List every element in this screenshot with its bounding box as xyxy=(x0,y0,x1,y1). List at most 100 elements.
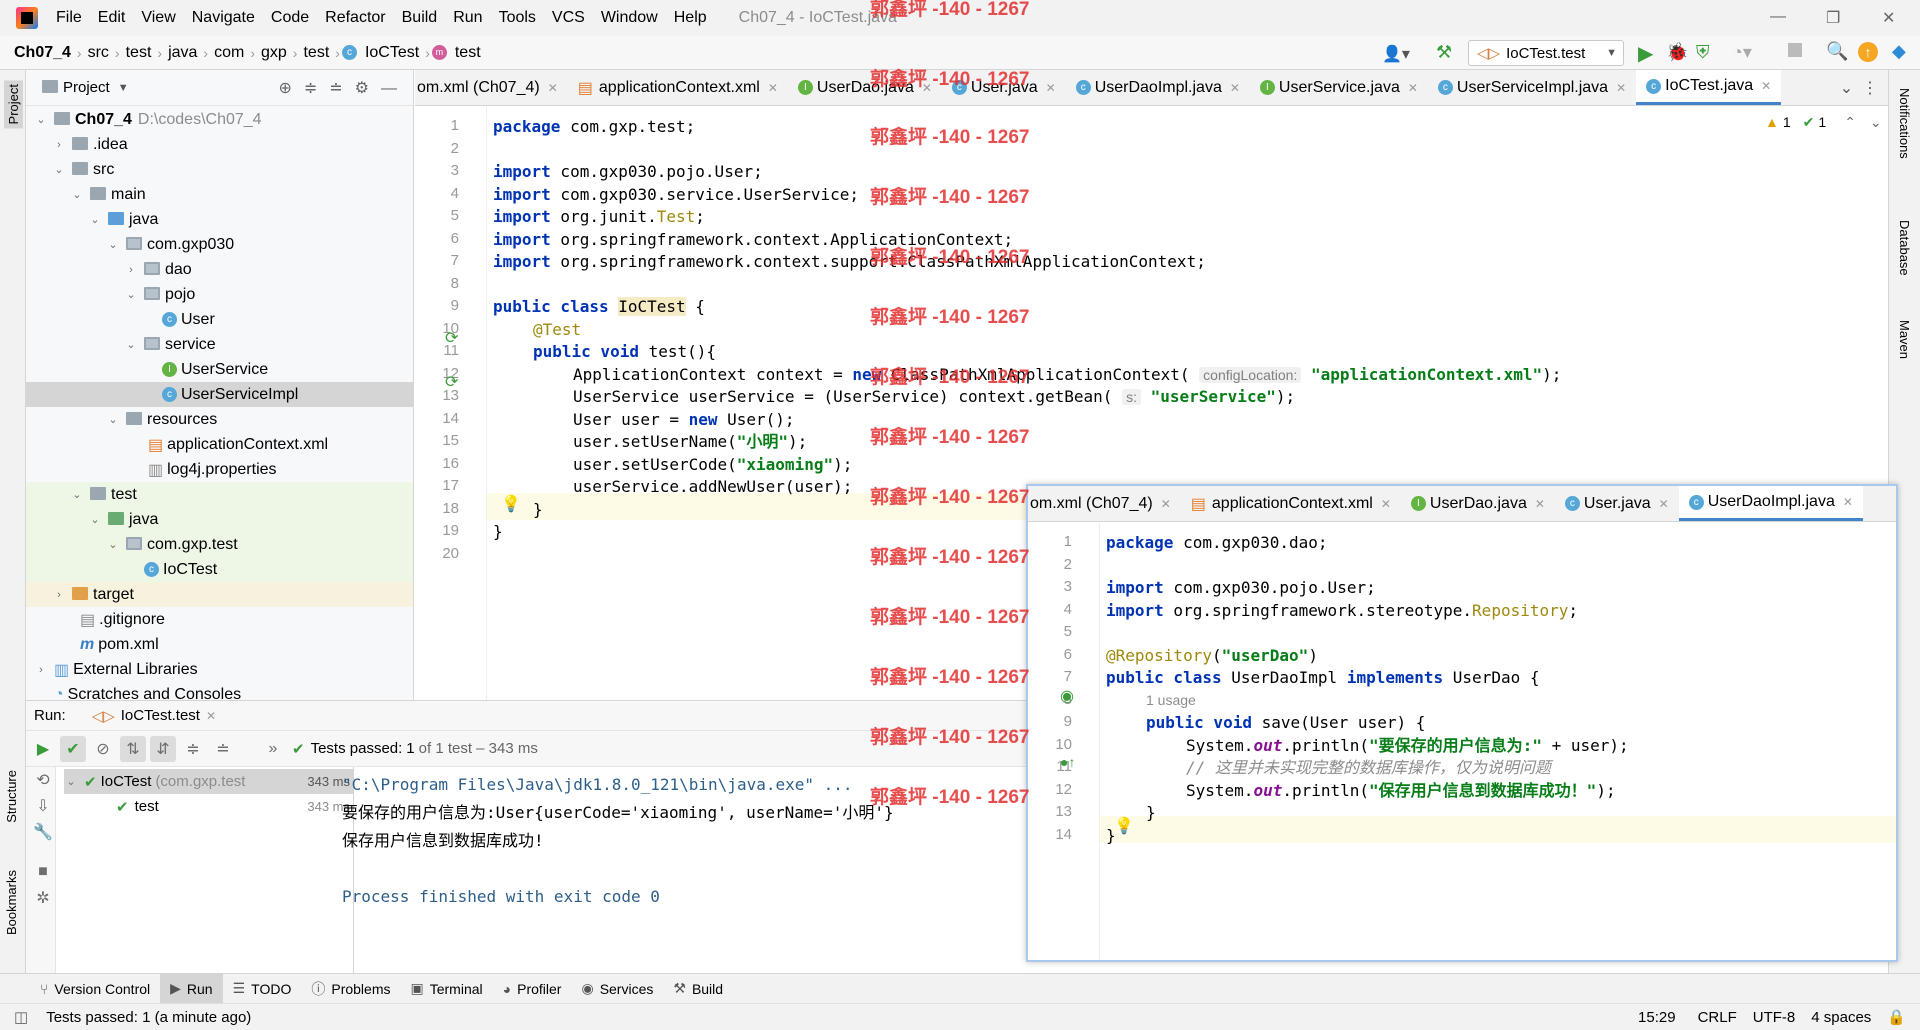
tabs-more-icon[interactable]: ⌄ ⋮ xyxy=(1830,70,1888,105)
close-icon[interactable]: ✕ xyxy=(206,709,216,723)
tree-node-pom[interactable]: m pom.xml xyxy=(26,632,413,657)
close-icon[interactable]: ✕ xyxy=(768,81,778,95)
close-icon[interactable]: ✕ xyxy=(1616,81,1626,95)
menu-navigate[interactable]: Navigate xyxy=(184,9,263,27)
test-tree-root[interactable]: ⌄ ✔ IoCTest (com.gxp.test 343 ms xyxy=(64,769,354,794)
settings-icon[interactable]: 🔧 xyxy=(30,819,56,845)
close-icon[interactable]: ✕ xyxy=(1408,81,1418,95)
stop-icon[interactable]: ■ xyxy=(30,859,56,885)
sort-duration-icon[interactable]: ⇵ xyxy=(150,735,176,762)
tree-node-ioctest[interactable]: c IoCTest xyxy=(26,557,413,582)
build-hammer-icon[interactable]: ⚒ xyxy=(1436,42,1452,63)
tab-userserviceimpl[interactable]: c UserServiceImpl.java ✕ xyxy=(1428,70,1636,105)
project-tool-button[interactable]: Project xyxy=(4,80,23,129)
show-ignored-icon[interactable]: ⊘ xyxy=(90,736,116,762)
show-passed-icon[interactable]: ✔ xyxy=(60,735,86,762)
tree-node-main-java[interactable]: ⌄ java xyxy=(26,207,413,232)
tree-node-com-gxp-test[interactable]: ⌄ com.gxp.test xyxy=(26,532,413,557)
problems-tab[interactable]: ⓘ Problems xyxy=(301,974,400,1004)
tab-application-context[interactable]: ▤ applicationContext.xml ✕ xyxy=(1181,486,1401,521)
close-icon[interactable]: ✕ xyxy=(1046,81,1056,95)
menu-code[interactable]: Code xyxy=(263,9,317,27)
caret-position[interactable]: 15:29 xyxy=(1638,1009,1676,1026)
menu-build[interactable]: Build xyxy=(394,9,446,27)
build-tab[interactable]: ⚒ Build xyxy=(663,974,733,1004)
tab-pom-xml[interactable]: om.xml (Ch07_4) ✕ xyxy=(415,70,568,105)
menu-file[interactable]: File xyxy=(48,9,90,27)
tree-node-com-gxp030[interactable]: ⌄ com.gxp030 xyxy=(26,232,413,257)
breadcrumb-test-pkg[interactable]: test xyxy=(299,44,333,62)
tree-node-external-libraries[interactable]: › ▥ External Libraries xyxy=(26,657,413,682)
tree-node-gitignore[interactable]: ▤ .gitignore xyxy=(26,607,413,632)
menu-refactor[interactable]: Refactor xyxy=(317,9,393,27)
run-icon[interactable]: ▶ xyxy=(1638,41,1653,66)
tree-node-resources[interactable]: ⌄ resources xyxy=(26,407,413,432)
close-icon[interactable]: ✕ xyxy=(1761,79,1771,93)
run-tab[interactable]: IoCTest.test xyxy=(121,707,200,724)
indent-setting[interactable]: 4 spaces xyxy=(1811,1009,1871,1026)
expand-all-icon[interactable]: ≑ xyxy=(180,736,206,762)
breadcrumb-com[interactable]: com xyxy=(210,44,248,62)
run-gutter-icon[interactable]: ⟳ xyxy=(445,328,458,348)
menu-window[interactable]: Window xyxy=(593,9,666,27)
stop-icon[interactable] xyxy=(1788,43,1802,57)
tree-node-test-java[interactable]: ⌄ java xyxy=(26,507,413,532)
tree-node-service[interactable]: ⌄ service xyxy=(26,332,413,357)
services-tab[interactable]: ◉ Services xyxy=(571,974,663,1004)
coverage-icon[interactable]: ⛨ xyxy=(1696,42,1710,63)
close-icon[interactable]: ✕ xyxy=(1161,497,1171,511)
tab-application-context[interactable]: ▤ applicationContext.xml ✕ xyxy=(568,70,788,105)
tab-userservice[interactable]: I UserService.java ✕ xyxy=(1250,70,1428,105)
debug-icon[interactable]: 🐞 xyxy=(1666,42,1688,63)
database-tool-button[interactable]: Database xyxy=(1897,220,1912,276)
tree-node-scratches[interactable]: ◔ Scratches and Consoles xyxy=(26,682,413,701)
close-icon[interactable]: ✕ xyxy=(1659,497,1669,511)
line-separator[interactable]: CRLF xyxy=(1698,1009,1737,1026)
tab-userdaoimpl[interactable]: c UserDaoImpl.java ✕ xyxy=(1066,70,1250,105)
breadcrumb-test[interactable]: test xyxy=(122,44,156,62)
import-icon[interactable]: ⇩ xyxy=(30,793,56,819)
tab-pom-xml[interactable]: om.xml (Ch07_4) ✕ xyxy=(1028,486,1181,521)
profiler-tab[interactable]: ◕ Profiler xyxy=(493,974,572,1004)
tree-node-root[interactable]: ⌄ Ch07_4 D:\codes\Ch07_4 xyxy=(26,107,413,132)
chevron-up-icon[interactable]: ⌃ xyxy=(1844,114,1856,131)
tree-node-userserviceimpl[interactable]: c UserServiceImpl xyxy=(26,382,413,407)
breadcrumb-src[interactable]: src xyxy=(84,44,113,62)
jetbrains-icon[interactable]: ◆ xyxy=(1892,41,1906,62)
terminal-tab[interactable]: ▣ Terminal xyxy=(401,974,493,1004)
todo-tab[interactable]: ☰ TODO xyxy=(223,974,302,1004)
menu-edit[interactable]: Edit xyxy=(90,9,134,27)
menu-view[interactable]: View xyxy=(133,9,183,27)
rerun-icon[interactable]: ▶ xyxy=(30,736,56,762)
lock-icon[interactable]: 🔒 xyxy=(1887,1008,1906,1026)
tree-node-test[interactable]: ⌄ test xyxy=(26,482,413,507)
breadcrumb-class[interactable]: IoCTest xyxy=(361,44,423,62)
close-icon[interactable]: ✕ xyxy=(1230,81,1240,95)
more-icon[interactable]: » xyxy=(260,736,286,762)
tree-node-userservice[interactable]: I UserService xyxy=(26,357,413,382)
tab-userdaoimpl[interactable]: c UserDaoImpl.java ✕ xyxy=(1678,486,1863,521)
version-control-tab[interactable]: ⑂ Version Control xyxy=(30,974,160,1004)
breadcrumb-project[interactable]: Ch07_4 xyxy=(0,44,75,62)
close-icon[interactable]: ✕ xyxy=(1381,497,1391,511)
tree-node-user[interactable]: c User xyxy=(26,307,413,332)
close-icon[interactable]: ✕ xyxy=(1843,495,1853,509)
menu-tools[interactable]: Tools xyxy=(491,9,544,27)
breadcrumb-method[interactable]: test xyxy=(451,44,485,62)
bookmarks-tool-button[interactable]: Bookmarks xyxy=(4,870,19,935)
maven-tool-button[interactable]: Maven xyxy=(1897,320,1912,359)
maximize-icon[interactable]: ❐ xyxy=(1826,8,1840,28)
user-icon[interactable]: 👤▾ xyxy=(1382,44,1410,64)
bulb-icon[interactable]: 💡 xyxy=(1114,816,1134,836)
history-icon[interactable]: ⟲ xyxy=(30,767,56,793)
debug-icon[interactable]: ✲ xyxy=(30,885,56,911)
project-panel-title[interactable]: Project xyxy=(63,79,110,96)
search-icon[interactable]: 🔍 xyxy=(1826,41,1848,62)
tree-node-idea[interactable]: › .idea xyxy=(26,132,413,157)
menu-vcs[interactable]: VCS xyxy=(544,9,593,27)
implement-gutter-icon[interactable]: ◉ xyxy=(1060,686,1074,706)
close-window-icon[interactable]: ✕ xyxy=(1882,8,1895,28)
notifications-tool-button[interactable]: Notifications xyxy=(1897,88,1912,159)
test-tree-child[interactable]: ✔ test 343 ms xyxy=(64,794,354,819)
tab-userdao[interactable]: I UserDao.java ✕ xyxy=(1401,486,1555,521)
